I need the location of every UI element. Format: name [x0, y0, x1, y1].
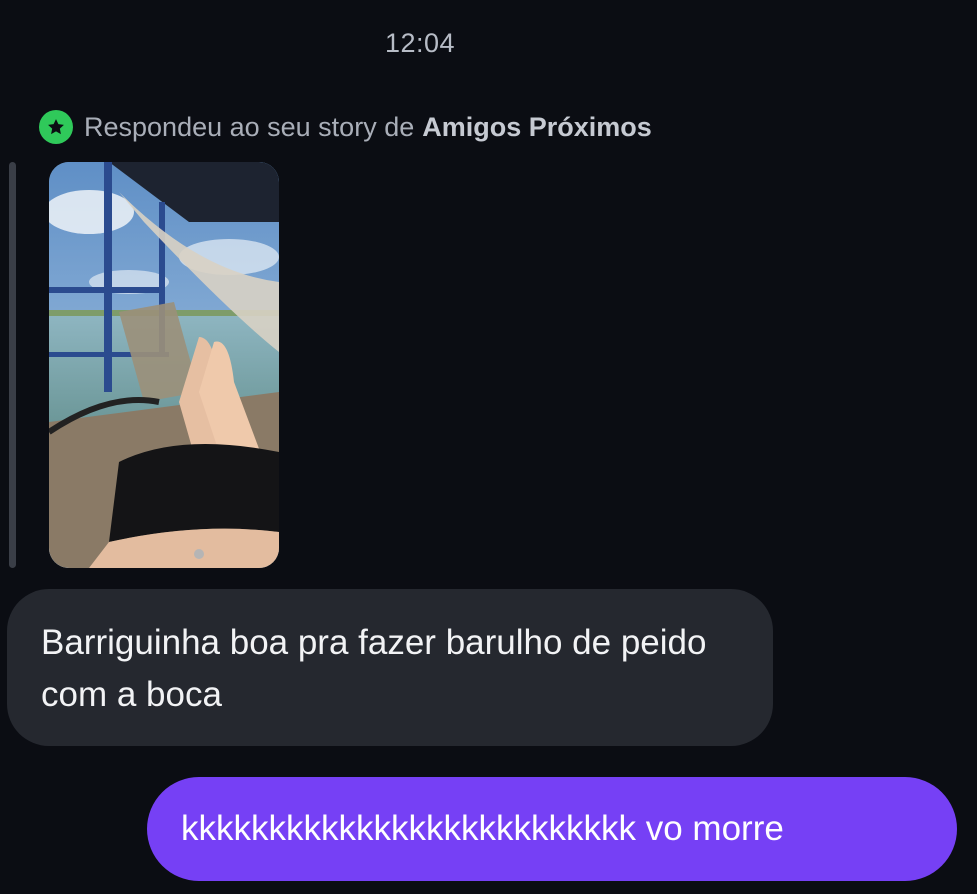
- story-photo: [49, 162, 279, 568]
- story-audience-label: Amigos Próximos: [422, 111, 652, 142]
- star-icon: [48, 119, 64, 135]
- incoming-message-bubble[interactable]: Barriguinha boa pra fazer barulho de pei…: [7, 589, 773, 746]
- story-thumbnail[interactable]: [49, 162, 279, 568]
- outgoing-message-bubble[interactable]: kkkkkkkkkkkkkkkkkkkkkkkkkk vo morre: [147, 777, 957, 881]
- reply-indicator-bar: [9, 162, 16, 568]
- story-reply-header: Respondeu ao seu story de Amigos Próximo…: [39, 110, 652, 144]
- close-friends-star-icon: [39, 110, 73, 144]
- message-timestamp: 12:04: [384, 28, 456, 58]
- story-reply-prefix: Respondeu ao seu story de: [84, 111, 415, 142]
- chat-screen: 12:04 Respondeu ao seu story de Amigos P…: [0, 0, 977, 894]
